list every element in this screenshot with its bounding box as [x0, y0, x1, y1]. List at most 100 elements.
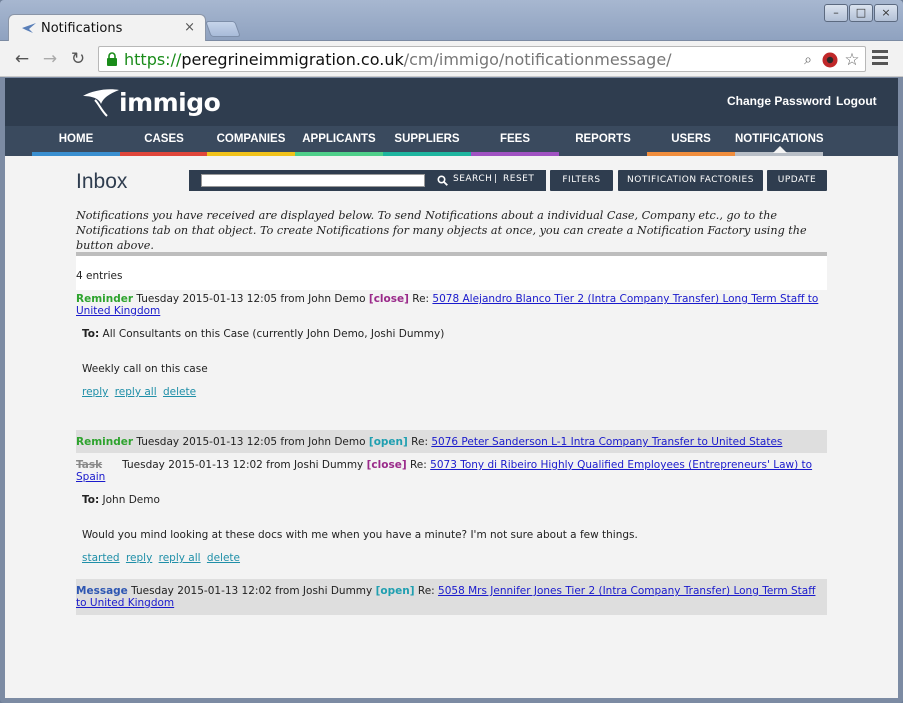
url-host: peregrineimmigration.co.uk	[181, 50, 404, 69]
notification-state[interactable]: [close]	[367, 459, 407, 471]
new-tab-button[interactable]	[205, 21, 241, 37]
nav-fees[interactable]: FEES	[471, 126, 559, 156]
notification-kind: Reminder	[76, 293, 134, 305]
notification-date: Tuesday 2015-01-13 12:02 from Joshi Dumm…	[131, 585, 373, 597]
delete-link[interactable]: delete	[207, 552, 240, 564]
back-arrow-icon[interactable]: ←	[12, 49, 32, 69]
entries-count: 4 entries	[76, 256, 827, 290]
started-link[interactable]: started	[82, 552, 120, 564]
url-path: /cm/immigo/notificationmessage/	[403, 50, 672, 69]
bookmark-star-icon[interactable]: ☆	[843, 51, 861, 69]
recipients: All Consultants on this Case (currently …	[102, 328, 445, 340]
immigo-logo[interactable]: immigo	[81, 84, 221, 120]
nav-color-bar	[120, 152, 208, 156]
message-actions: reply reply all delete	[82, 386, 821, 399]
nav-color-bar	[207, 152, 295, 156]
reset-button[interactable]: RESET	[503, 174, 534, 184]
close-window-button[interactable]: ×	[874, 4, 898, 22]
nav-label: REPORTS	[575, 133, 631, 145]
re-label: Re:	[412, 293, 430, 305]
browser-toolbar: ← → ↻ https://peregrineimmigration.co.uk…	[0, 41, 903, 77]
nav-label: HOME	[58, 133, 94, 145]
search-icon	[437, 175, 448, 186]
address-bar[interactable]: https://peregrineimmigration.co.uk/cm/im…	[98, 46, 866, 72]
notification-state[interactable]: [open]	[369, 436, 408, 448]
notification-date: Tuesday 2015-01-13 12:02 from Joshi Dumm…	[122, 459, 364, 471]
page-content: immigo Change Password Logout HOME CASES C…	[5, 78, 898, 698]
notification-state[interactable]: [close]	[369, 293, 409, 305]
nav-label: CASES	[144, 133, 184, 145]
notification-factories-button[interactable]: NOTIFICATION FACTORIES	[618, 170, 763, 191]
update-button[interactable]: UPDATE	[767, 170, 827, 191]
forward-arrow-icon[interactable]: →	[40, 49, 60, 69]
to-label: To:	[82, 328, 100, 340]
title-bar: Notifications × – □ ×	[0, 0, 903, 42]
logo-text: immigo	[119, 88, 221, 117]
notification-date: Tuesday 2015-01-13 12:05 from John Demo	[136, 293, 366, 305]
nav-reports[interactable]: REPORTS	[559, 126, 647, 156]
bird-logo-icon	[83, 89, 119, 117]
re-label: Re:	[409, 459, 427, 471]
reply-link[interactable]: reply	[82, 386, 108, 398]
re-label: Re:	[417, 585, 435, 597]
message-text: Weekly call on this case	[82, 363, 208, 375]
nav-companies[interactable]: COMPANIES	[207, 126, 295, 156]
nav-users[interactable]: USERS	[647, 126, 735, 156]
nav-suppliers[interactable]: SUPPLIERS	[383, 126, 471, 156]
notification-header[interactable]: Message Tuesday 2015-01-13 12:02 from Jo…	[76, 579, 827, 615]
notification-list: 4 entries Reminder Tuesday 2015-01-13 12…	[76, 252, 827, 615]
notification-date: Tuesday 2015-01-13 12:05 from John Demo	[136, 436, 366, 448]
nav-color-bar	[295, 152, 383, 156]
delete-link[interactable]: delete	[163, 386, 196, 398]
intro-text: Notifications you have received are disp…	[76, 209, 807, 252]
active-nav-caret	[773, 146, 787, 153]
nav-color-bar	[383, 152, 471, 156]
search-input[interactable]	[201, 174, 425, 187]
tab-close-icon[interactable]: ×	[184, 20, 195, 35]
maximize-button[interactable]: □	[849, 4, 873, 22]
browser-tab[interactable]: Notifications ×	[8, 14, 206, 42]
logout-link[interactable]: Logout	[836, 94, 877, 108]
nav-label: USERS	[671, 133, 711, 145]
tab-title: Notifications	[41, 21, 123, 36]
notification-item: Reminder Tuesday 2015-01-13 12:05 from J…	[76, 430, 827, 453]
nav-applicants[interactable]: APPLICANTS	[295, 126, 383, 156]
nav-label: SUPPLIERS	[394, 133, 460, 145]
reply-all-link[interactable]: reply all	[159, 552, 201, 564]
nav-color-bar	[647, 152, 735, 156]
nav-cases[interactable]: CASES	[120, 126, 208, 156]
nav-home[interactable]: HOME	[32, 126, 120, 156]
notification-item: Task Tuesday 2015-01-13 12:02 from Joshi…	[76, 453, 827, 579]
case-link[interactable]: 5076 Peter Sanderson L-1 Intra Company T…	[431, 436, 782, 448]
extension-blocked-icon[interactable]	[821, 51, 839, 69]
reload-icon[interactable]: ↻	[68, 49, 88, 69]
zoom-magnifier-icon[interactable]: ⌕	[799, 51, 817, 69]
url-text: https://peregrineimmigration.co.uk/cm/im…	[124, 50, 672, 69]
message-actions: started reply reply all delete	[82, 552, 821, 565]
notification-kind: Message	[76, 585, 128, 597]
change-password-link[interactable]: Change Password	[727, 94, 831, 108]
menu-icon[interactable]	[872, 50, 888, 68]
url-scheme: https://	[124, 50, 182, 69]
notification-header[interactable]: Task Tuesday 2015-01-13 12:02 from Joshi…	[76, 453, 827, 486]
bird-favicon-icon	[22, 23, 36, 33]
minimize-button[interactable]: –	[824, 4, 848, 22]
filters-button[interactable]: FILTERS	[550, 170, 613, 191]
page-title: Inbox	[76, 170, 128, 193]
nav-label: NOTIFICATIONS	[735, 133, 824, 145]
site-header: immigo Change Password Logout	[5, 78, 898, 126]
notification-header[interactable]: Reminder Tuesday 2015-01-13 12:05 from J…	[76, 290, 827, 320]
reply-all-link[interactable]: reply all	[115, 386, 157, 398]
search-button[interactable]: SEARCH	[453, 174, 492, 184]
search-bar: SEARCH | RESET	[189, 170, 546, 191]
nav-color-bar	[559, 152, 647, 156]
notification-body: To: All Consultants on this Case (curren…	[76, 320, 827, 430]
notification-header[interactable]: Reminder Tuesday 2015-01-13 12:05 from J…	[76, 430, 827, 453]
lock-icon	[107, 52, 117, 66]
notification-item: Message Tuesday 2015-01-13 12:02 from Jo…	[76, 579, 827, 615]
re-label: Re:	[411, 436, 428, 448]
notification-state[interactable]: [open]	[376, 585, 415, 597]
recipients: John Demo	[102, 494, 160, 506]
reply-link[interactable]: reply	[126, 552, 152, 564]
nav-label: APPLICANTS	[302, 133, 376, 145]
